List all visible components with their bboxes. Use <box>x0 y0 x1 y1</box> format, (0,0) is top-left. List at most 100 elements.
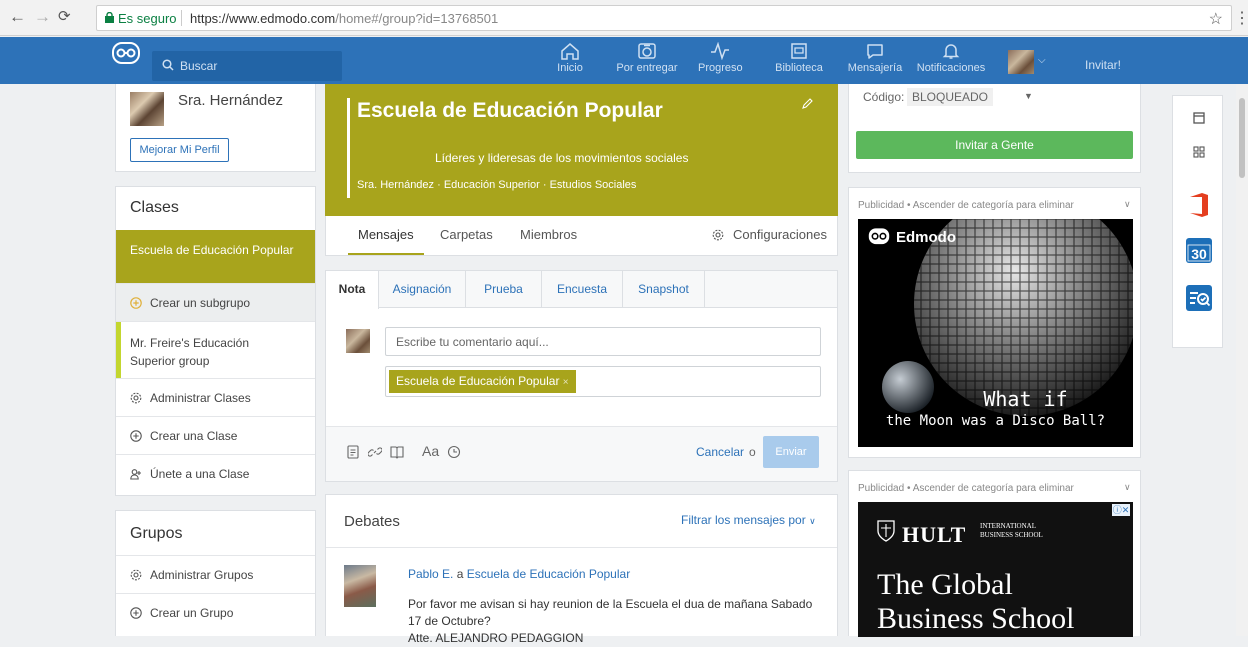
adchoices-icon[interactable]: ⓘ✕ <box>1112 504 1130 516</box>
send-button[interactable]: Enviar <box>763 436 819 468</box>
comment-input[interactable]: Escribe tu comentario aquí... <box>385 327 821 356</box>
group-meta: Sra. Hernández · Educación Superior · Es… <box>357 179 637 191</box>
ad-brand-sub-line: BUSINESS SCHOOL <box>980 531 1043 539</box>
search-input[interactable]: Buscar <box>152 51 342 81</box>
profile-card: Sra. Hernández Mejorar Mi Perfil <box>115 84 316 172</box>
manage-classes-item[interactable]: Administrar Clases <box>116 378 315 416</box>
post-to-word: a <box>456 567 464 581</box>
filter-messages-dropdown[interactable]: Filtrar los mensajes por ∨ <box>681 513 816 527</box>
checklist-search-icon[interactable] <box>1185 284 1213 312</box>
nav-label: Inicio <box>557 62 583 74</box>
grid-apps-icon[interactable] <box>1185 138 1213 166</box>
nav-mensajeria[interactable]: Mensajería <box>846 42 904 74</box>
ad-brand: Edmodo <box>896 229 956 246</box>
pencil-icon[interactable] <box>801 98 813 110</box>
composer-tab-asignacion[interactable]: Asignación <box>379 271 466 308</box>
cancel-link[interactable]: Cancelar <box>696 445 744 459</box>
camera-icon <box>638 43 656 59</box>
gear-icon[interactable] <box>712 229 724 241</box>
composer-tab-snapshot[interactable]: Snapshot <box>623 271 705 308</box>
list-item-label: Administrar Grupos <box>150 568 254 582</box>
composer-tab-prueba[interactable]: Prueba <box>466 271 542 308</box>
chevron-down-icon[interactable]: ⌵ <box>1038 55 1046 66</box>
post-group-link[interactable]: Escuela de Educación Popular <box>467 567 630 581</box>
edmodo-logo-icon[interactable] <box>112 42 140 66</box>
list-item-label: Crear una Clase <box>150 429 238 443</box>
library-book-icon[interactable] <box>390 445 404 459</box>
divider <box>181 10 182 26</box>
composer-tab-encuesta[interactable]: Encuesta <box>542 271 623 308</box>
gear-icon <box>130 392 142 404</box>
browser-toolbar: ← → ⟳ Es seguro https://www.edmodo.com/h… <box>0 0 1248 36</box>
nav-label: Mensajería <box>847 62 903 74</box>
url-text[interactable]: https://www.edmodo.com/home#/group?id=13… <box>190 11 498 26</box>
calendar-30-icon[interactable]: 30 <box>1185 236 1213 264</box>
create-class-item[interactable]: Crear una Clase <box>116 416 315 454</box>
tab-mensajes[interactable]: Mensajes <box>358 227 414 242</box>
composer-tabs: Nota Asignación Prueba Encuesta Snapshot <box>326 271 837 309</box>
composer-tab-nota[interactable]: Nota <box>326 271 379 309</box>
file-icon[interactable] <box>346 445 360 459</box>
avatar[interactable] <box>344 565 376 607</box>
classes-card: Clases Escuela de Educación Popular Crea… <box>115 186 316 496</box>
bookmark-star-icon[interactable]: ☆ <box>1209 9 1223 29</box>
nav-inicio[interactable]: Inicio <box>555 42 585 74</box>
clock-icon[interactable] <box>447 445 461 459</box>
tab-configuraciones[interactable]: Configuraciones <box>733 227 827 242</box>
post-body: Por favor me avisan si hay reunion de la… <box>408 596 818 647</box>
join-class-item[interactable]: Únete a una Clase <box>116 454 315 495</box>
pulse-icon <box>711 42 729 60</box>
recipient-field[interactable]: Escuela de Educación Popular × <box>385 366 821 397</box>
ad-image[interactable]: HULT INTERNATIONAL BUSINESS SCHOOL The Gl… <box>858 502 1133 637</box>
link-icon[interactable] <box>368 445 382 459</box>
avatar[interactable] <box>130 92 164 126</box>
library-icon <box>791 43 807 59</box>
chip-close-icon[interactable]: × <box>563 377 569 388</box>
tab-carpetas[interactable]: Carpetas <box>440 227 493 242</box>
address-bar[interactable]: Es seguro https://www.edmodo.com/home#/g… <box>96 5 1232 31</box>
plus-circle-icon <box>130 430 142 442</box>
upgrade-profile-button[interactable]: Mejorar Mi Perfil <box>130 138 229 162</box>
ad-headline: The Global <box>877 568 1013 601</box>
recipient-chip[interactable]: Escuela de Educación Popular × <box>389 370 576 393</box>
back-icon[interactable]: ← <box>9 8 26 26</box>
forward-icon[interactable]: → <box>34 8 51 26</box>
create-group-item[interactable]: Crear un Grupo <box>116 593 315 633</box>
chevron-down-icon[interactable]: ∨ <box>1124 482 1131 493</box>
ad-dot: • <box>906 483 911 494</box>
nav-notificaciones[interactable]: Notificaciones <box>914 42 988 74</box>
ad-upgrade-link[interactable]: Ascender de categoría para eliminar <box>913 200 1074 211</box>
user-avatar[interactable] <box>1008 50 1034 74</box>
store-icon[interactable] <box>1185 104 1213 132</box>
list-item-label: Únete a una Clase <box>150 467 250 481</box>
ad-brand: HULT <box>902 522 967 547</box>
chevron-down-icon[interactable]: ∨ <box>1124 199 1131 210</box>
tab-miembros[interactable]: Miembros <box>520 227 577 242</box>
nav-progreso[interactable]: Progreso <box>698 42 743 74</box>
ad-upgrade-link[interactable]: Ascender de categoría para eliminar <box>913 483 1074 494</box>
nav-biblioteca[interactable]: Biblioteca <box>775 42 823 74</box>
reload-icon[interactable]: ⟳ <box>58 8 71 26</box>
invite-link[interactable]: Invitar! <box>1085 58 1121 72</box>
composer-footer: Aa Cancelar o Enviar <box>326 426 837 481</box>
nav-por-entregar[interactable]: Por entregar <box>614 42 680 74</box>
office-icon[interactable] <box>1185 191 1213 219</box>
profile-name[interactable]: Sra. Hernández <box>178 92 283 109</box>
class-item[interactable]: Mr. Freire's Educación Superior group <box>116 321 315 379</box>
plus-circle-icon <box>130 607 142 619</box>
create-subgroup-item[interactable]: Crear un subgrupo <box>116 283 315 321</box>
class-item-active[interactable]: Escuela de Educación Popular <box>116 230 315 283</box>
banner-accent-bar <box>347 98 350 198</box>
invite-people-button[interactable]: Invitar a Gente <box>856 131 1133 159</box>
chevron-down-icon[interactable]: ▼ <box>1024 91 1033 101</box>
font-format-icon[interactable]: Aa <box>422 443 439 459</box>
hult-crest-icon <box>877 520 895 542</box>
scrollbar-thumb[interactable] <box>1239 98 1245 178</box>
manage-groups-item[interactable]: Administrar Grupos <box>116 555 315 593</box>
post-author-link[interactable]: Pablo E. <box>408 567 453 581</box>
debates-feed: Debates Filtrar los mensajes por ∨ Pablo… <box>325 494 838 645</box>
ad-image[interactable]: Edmodo What if the Moon was a Disco Ball… <box>858 219 1133 447</box>
list-item-label: Crear un subgrupo <box>150 296 251 310</box>
group-title: Escuela de Educación Popular <box>357 99 663 122</box>
browser-menu-icon[interactable]: ⋮ <box>1234 8 1248 28</box>
